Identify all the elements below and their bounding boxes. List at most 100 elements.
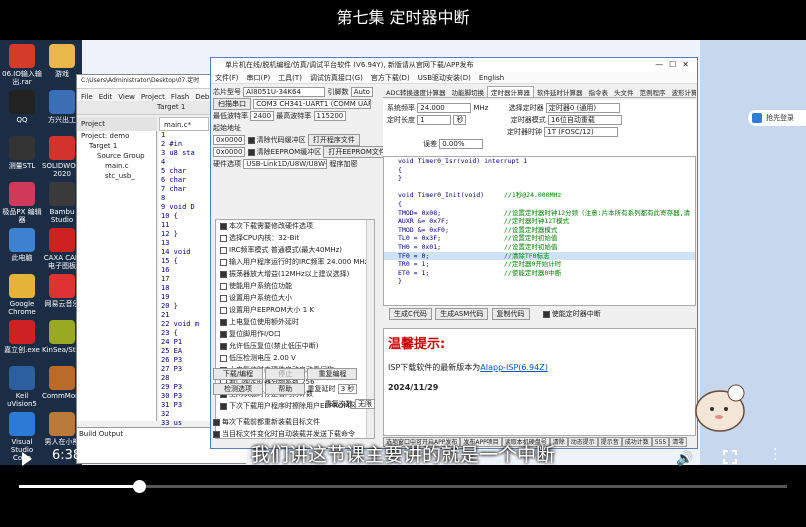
clear-eeprom-checkbox[interactable]: [247, 148, 255, 156]
tree-item[interactable]: Source Group: [77, 151, 156, 161]
desktop-icon[interactable]: 测量STL: [2, 136, 42, 170]
keil-menu-item[interactable]: File: [81, 93, 93, 101]
download-button[interactable]: 下载/编程: [213, 368, 263, 380]
window-controls[interactable]: —☐✕: [655, 58, 695, 72]
copy-code-button[interactable]: 复制代码: [491, 308, 530, 320]
tab-0[interactable]: ADC转换速度计算器: [383, 87, 449, 97]
option-checkbox[interactable]: [220, 294, 227, 302]
check-options-button[interactable]: 检测选项: [213, 383, 263, 395]
hw-option[interactable]: 使能用户系统位功能: [216, 280, 374, 292]
desktop-icon[interactable]: Google Chrome: [2, 274, 42, 316]
hw-option[interactable]: 低压检测电压 2.00 V: [216, 352, 374, 364]
timer-clock-select[interactable]: 1T (FOSC/12): [544, 127, 619, 137]
play-icon[interactable]: [22, 452, 32, 466]
tab-3[interactable]: 软件延时计算器: [534, 87, 586, 97]
project-tree[interactable]: Project: demo Target 1 Source Group main.c s…: [77, 131, 157, 421]
help-button[interactable]: 帮助: [265, 383, 306, 395]
desktop-icon[interactable]: 嘉立创.exe: [2, 320, 42, 354]
hw-option[interactable]: 复位脚用作I/O口: [216, 328, 374, 340]
isp-menubar[interactable]: 文件(F) 串口(P) 工具(T) 调试仿真接口(G) 官方下载(D) USB驱动安装(D…: [211, 72, 697, 84]
hw-option[interactable]: 本次下载需要修改硬件选项: [216, 220, 374, 232]
open-eeprom-button[interactable]: 打开EEPROM文件: [323, 146, 391, 158]
tab-1[interactable]: 功能脚切换: [449, 87, 488, 97]
repeat-delay-select[interactable]: 3 秒: [337, 384, 358, 394]
tree-item[interactable]: stc_usb_: [77, 171, 156, 181]
enable-int-checkbox[interactable]: [542, 310, 550, 318]
tip-version-link[interactable]: AIapp-ISP(6.94Z): [480, 363, 548, 372]
option-checkbox[interactable]: [220, 222, 227, 230]
isp-menu-item[interactable]: USB驱动安装(D): [418, 74, 471, 82]
clear-code-checkbox[interactable]: [247, 136, 255, 144]
hw-option[interactable]: 设置用户EEPROM大小 1 K: [216, 304, 374, 316]
tree-item[interactable]: Target 1: [77, 141, 156, 151]
max-baud-select[interactable]: 115200: [313, 111, 347, 121]
desktop-icon[interactable]: 06.IO输入输出.rar: [2, 44, 42, 86]
chip-select[interactable]: AI8051U-34K64: [243, 87, 326, 97]
tab-main-c[interactable]: main.c*: [159, 117, 209, 131]
keil-menu-item[interactable]: Flash: [171, 93, 189, 101]
more-options-icon[interactable]: · · ·: [773, 443, 777, 467]
option-checkbox[interactable]: [220, 234, 227, 242]
hw-option-tab[interactable]: USB-Link1D/U8W/U8W-Mini脱机: [243, 159, 328, 169]
progress-knob[interactable]: [132, 480, 146, 493]
open-prog-button[interactable]: 打开程序文件: [307, 134, 360, 146]
pin-select[interactable]: Auto: [350, 87, 373, 97]
option-checkbox[interactable]: [220, 318, 227, 326]
hw-option[interactable]: 振荡器放大增益(12MHz以上建议选择): [216, 268, 374, 280]
hw-option[interactable]: 设置用户系统位大小: [216, 292, 374, 304]
option-checkbox[interactable]: [220, 258, 227, 266]
desktop-icon[interactable]: 此电脑: [2, 228, 42, 262]
gen-c-button[interactable]: 生成C代码: [389, 308, 432, 320]
sys-freq-input[interactable]: 24.000: [417, 103, 472, 113]
keil-menu-item[interactable]: View: [118, 93, 135, 101]
desktop-icon[interactable]: 游戏: [42, 44, 82, 78]
repeat-count-select[interactable]: 无限: [355, 399, 375, 409]
hw-option[interactable]: 选择CPU内核：32-Bit: [216, 232, 374, 244]
option-checkbox[interactable]: [220, 306, 227, 314]
login-button[interactable]: 抢先登录: [748, 110, 806, 126]
port-select[interactable]: COM3 CH341-UART1 (COMM UART): [253, 99, 372, 109]
option-checkbox[interactable]: [220, 270, 227, 278]
tab-2[interactable]: 定时器计算器: [487, 86, 534, 97]
hw-option[interactable]: IRC频率模式 普通模式(最大40MHz): [216, 244, 374, 256]
target-select[interactable]: Target 1: [157, 103, 185, 111]
option-checkbox[interactable]: [220, 282, 227, 290]
reprogram-button[interactable]: 重复编程: [307, 368, 358, 380]
tool-tabs[interactable]: ADC转换速度计算器 功能脚切换 定时器计算器 软件延时计算器 指令表 头文件 范例程序 波形…: [383, 86, 696, 98]
tree-item[interactable]: Project: demo: [77, 131, 156, 141]
stop-button[interactable]: 停止: [265, 368, 306, 380]
option-checkbox[interactable]: [213, 418, 220, 426]
hw-option[interactable]: 允许低压复位(禁止低压中断): [216, 340, 374, 352]
isp-menu-item[interactable]: 工具(T): [278, 74, 302, 82]
option-checkbox[interactable]: [213, 430, 220, 438]
tab-5[interactable]: 头文件: [611, 87, 637, 97]
tab-4[interactable]: 指令表: [586, 87, 612, 97]
isp-menu-item[interactable]: 串口(P): [247, 74, 271, 82]
timer-select[interactable]: 定时器0 (通用): [545, 103, 620, 113]
option-checkbox[interactable]: [220, 354, 227, 362]
timer-len-input[interactable]: 1: [417, 115, 452, 125]
timer-mode-select[interactable]: 16位自动重载: [547, 115, 622, 125]
addr2-input[interactable]: 0x0000: [213, 147, 246, 157]
bottom-option[interactable]: 每次下载前都重新装载目标文件: [213, 416, 379, 428]
isp-menu-item[interactable]: 官方下载(D): [371, 74, 410, 82]
hw-option[interactable]: 上电复位使用额外延时: [216, 316, 374, 328]
keil-menu-item[interactable]: Project: [141, 93, 165, 101]
desktop-icon[interactable]: Keil uVision5: [2, 366, 42, 408]
timer-unit-select[interactable]: 秒: [453, 115, 467, 125]
isp-menu-item[interactable]: English: [479, 74, 504, 82]
tab-6[interactable]: 范例程序: [637, 87, 669, 97]
option-checkbox[interactable]: [220, 246, 227, 254]
min-baud-select[interactable]: 2400: [250, 111, 275, 121]
bottom-option[interactable]: 当目标文件变化时自动装载并发送下载命令: [213, 428, 379, 440]
keil-menu-item[interactable]: Edit: [99, 93, 113, 101]
option-checkbox[interactable]: [220, 330, 227, 338]
scan-port-button[interactable]: 扫描串口: [213, 98, 251, 110]
stc-isp-window[interactable]: 单片机在线/脱机编程/仿真/调试平台软件 (V6.94Y), 新版请从官网下载/…: [210, 57, 698, 449]
desktop-icon[interactable]: QQ: [2, 90, 42, 124]
generated-code[interactable]: void Timer0_Isr(void) interrupt 1{} void …: [383, 156, 696, 306]
desktop-icon[interactable]: 极品PX 编辑器: [2, 182, 42, 224]
tab-7[interactable]: 波形计算: [669, 87, 697, 97]
hw-prog-label[interactable]: 程序加密: [329, 160, 357, 168]
progress-bar[interactable]: [19, 480, 787, 493]
